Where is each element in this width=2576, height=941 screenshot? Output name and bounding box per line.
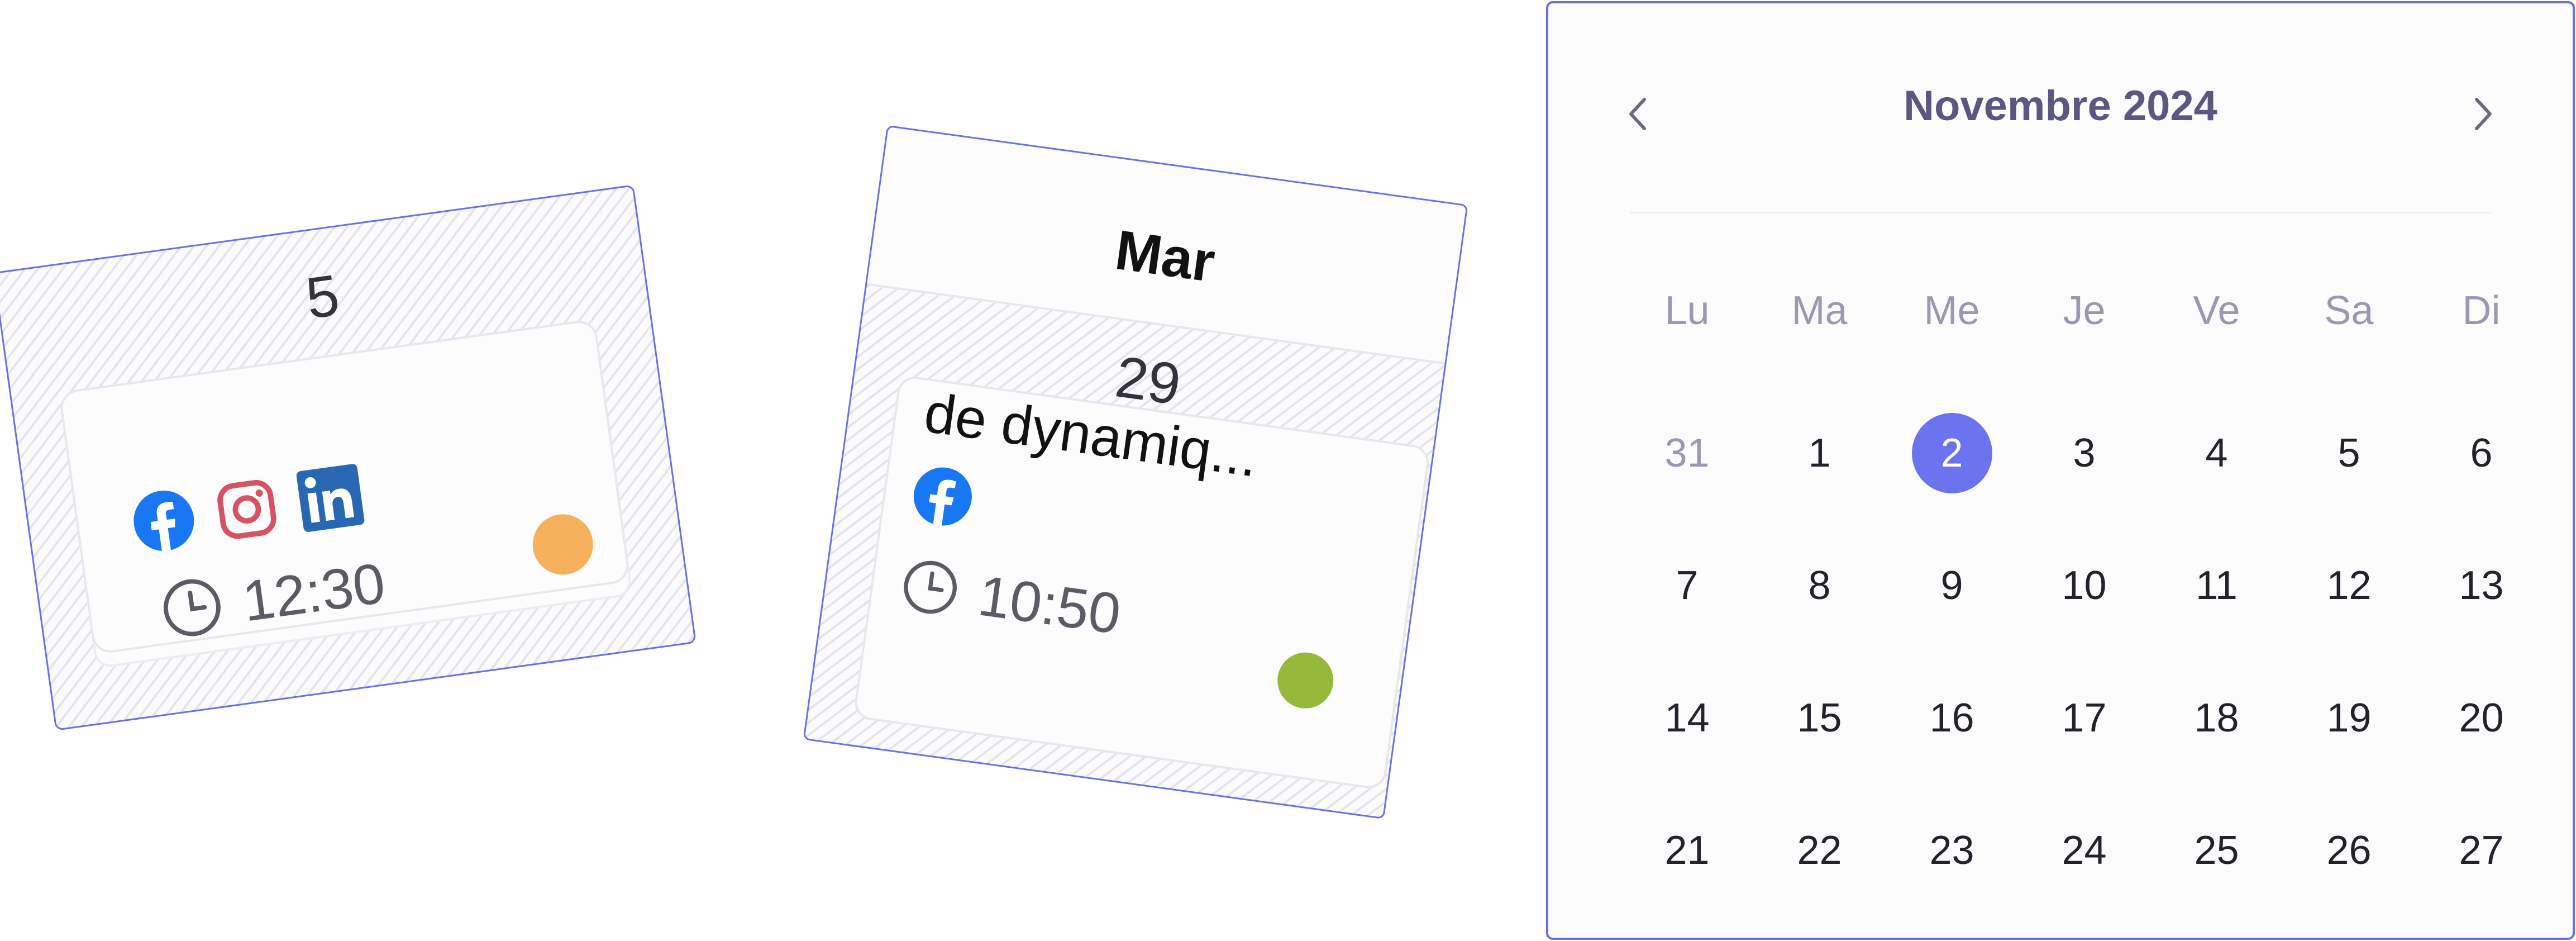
status-dot bbox=[1273, 649, 1337, 712]
day-label: 9 bbox=[1940, 563, 1963, 608]
calendar-day[interactable]: 11 bbox=[2150, 549, 2283, 622]
facebook-icon bbox=[130, 487, 198, 558]
clock-icon bbox=[897, 554, 963, 622]
day-label: 18 bbox=[2194, 696, 2239, 740]
day-label: 11 bbox=[2196, 563, 2238, 608]
weekday-label: Sa bbox=[2324, 288, 2374, 333]
calendar-day[interactable]: 9 bbox=[1886, 549, 2018, 622]
weekday-label: Me bbox=[1924, 288, 1980, 333]
day-label: 6 bbox=[2470, 431, 2493, 476]
calendar-day[interactable]: 19 bbox=[2283, 682, 2415, 754]
stage: 5 12:30 Mar 29 de dynamiq... 10:50 Novem… bbox=[0, 0, 2576, 941]
day-label: 23 bbox=[1929, 828, 1974, 873]
chevron-right-icon bbox=[2472, 96, 2494, 135]
calendar-day[interactable]: 18 bbox=[2150, 682, 2283, 754]
day-label: 24 bbox=[2062, 828, 2107, 873]
calendar-day[interactable]: 17 bbox=[2018, 682, 2150, 754]
month-calendar: Novembre 2024 Lu Ma Me Je Ve Sa Di 31 1 2 3 4 5 6 7 8 9… bbox=[1546, 1, 2575, 940]
selected-day[interactable]: 2 bbox=[1886, 413, 2018, 493]
calendar-day[interactable]: 25 bbox=[2150, 814, 2283, 887]
day-label: 21 bbox=[1664, 828, 1710, 873]
calendar-day[interactable]: 16 bbox=[1886, 682, 2018, 754]
calendar-day[interactable]: 26 bbox=[2283, 814, 2415, 887]
calendar-header: Novembre 2024 bbox=[1548, 82, 2573, 149]
day-label: 14 bbox=[1664, 696, 1710, 740]
calendar-day[interactable]: 14 bbox=[1621, 682, 1753, 754]
calendar-day[interactable]: 6 bbox=[2415, 417, 2548, 489]
weekday-label: Ma bbox=[1791, 288, 1848, 333]
status-dot bbox=[528, 510, 597, 579]
day-label: 19 bbox=[2326, 696, 2372, 740]
day-label: 31 bbox=[1664, 431, 1710, 476]
day-label: 25 bbox=[2194, 828, 2239, 873]
instagram-icon bbox=[213, 476, 281, 546]
calendar-day[interactable]: 22 bbox=[1753, 814, 1886, 887]
event-card[interactable]: de dynamiq... 10:50 bbox=[852, 374, 1431, 791]
weekday-label: Je bbox=[2063, 288, 2106, 333]
network-icons bbox=[910, 464, 976, 532]
day-label: 16 bbox=[1929, 696, 1974, 740]
next-month-button[interactable] bbox=[2467, 96, 2500, 135]
day-label: 10 bbox=[2062, 563, 2107, 608]
day-label: 1 bbox=[1808, 431, 1831, 476]
calendar-day[interactable]: 23 bbox=[1886, 814, 2018, 887]
calendar-day[interactable]: 7 bbox=[1621, 549, 1753, 622]
clock-icon bbox=[157, 572, 228, 645]
day-label: 27 bbox=[2459, 828, 2504, 873]
day-label: 22 bbox=[1797, 828, 1842, 873]
calendar-day[interactable]: 10 bbox=[2018, 549, 2150, 622]
calendar-day[interactable]: 31 bbox=[1621, 417, 1753, 489]
event-time: 10:50 bbox=[974, 563, 1125, 647]
calendar-day[interactable]: 3 bbox=[2018, 417, 2150, 489]
linkedin-icon bbox=[296, 463, 366, 535]
day-label: 20 bbox=[2459, 696, 2504, 740]
day-column[interactable]: Mar 29 de dynamiq... 10:50 bbox=[803, 125, 1468, 820]
day-label: 17 bbox=[2062, 696, 2107, 740]
day-label: 15 bbox=[1797, 696, 1842, 740]
header-divider bbox=[1630, 212, 2491, 213]
calendar-day[interactable]: 8 bbox=[1753, 549, 1886, 622]
calendar-day[interactable]: 27 bbox=[2415, 814, 2548, 887]
weekday-label: Di bbox=[2462, 288, 2501, 333]
calendar-day[interactable]: 1 bbox=[1753, 417, 1886, 489]
day-label: 13 bbox=[2459, 563, 2504, 608]
calendar-day[interactable]: 12 bbox=[2283, 549, 2415, 622]
network-icons bbox=[130, 463, 365, 558]
day-label: 2 bbox=[1940, 431, 1963, 476]
weekday-label: Ve bbox=[2193, 288, 2240, 333]
calendar-day[interactable]: 4 bbox=[2150, 417, 2283, 489]
month-title: Novembre 2024 bbox=[1904, 82, 2217, 130]
day-label: 8 bbox=[1808, 563, 1831, 608]
calendar-day[interactable]: 20 bbox=[2415, 682, 2548, 754]
weekday-label: Lu bbox=[1664, 288, 1710, 333]
calendar-day[interactable]: 5 bbox=[2283, 417, 2415, 489]
day-label: 4 bbox=[2205, 431, 2228, 476]
day-label: 3 bbox=[2073, 431, 2096, 476]
day-label: 26 bbox=[2326, 828, 2372, 873]
day-label: 7 bbox=[1676, 563, 1699, 608]
event-time-row: 10:50 bbox=[897, 553, 1124, 648]
weekday-row: Lu Ma Me Je Ve Sa Di bbox=[1621, 283, 2548, 339]
calendar-day[interactable]: 13 bbox=[2415, 549, 2548, 622]
day-label: 12 bbox=[2326, 563, 2372, 608]
facebook-icon bbox=[910, 467, 972, 531]
day-column-body[interactable]: 29 de dynamiq... 10:50 bbox=[804, 285, 1445, 818]
day-label: 5 bbox=[2338, 431, 2360, 476]
week-day-cell[interactable]: 5 12:30 bbox=[0, 184, 697, 731]
calendar-day[interactable]: 15 bbox=[1753, 682, 1886, 754]
day-grid: 31 1 2 3 4 5 6 7 8 9 10 11 12 13 14 15 16 17 18 19 20 21 22 23 2… bbox=[1621, 413, 2548, 941]
calendar-day[interactable]: 21 bbox=[1621, 814, 1753, 887]
calendar-day[interactable]: 24 bbox=[2018, 814, 2150, 887]
